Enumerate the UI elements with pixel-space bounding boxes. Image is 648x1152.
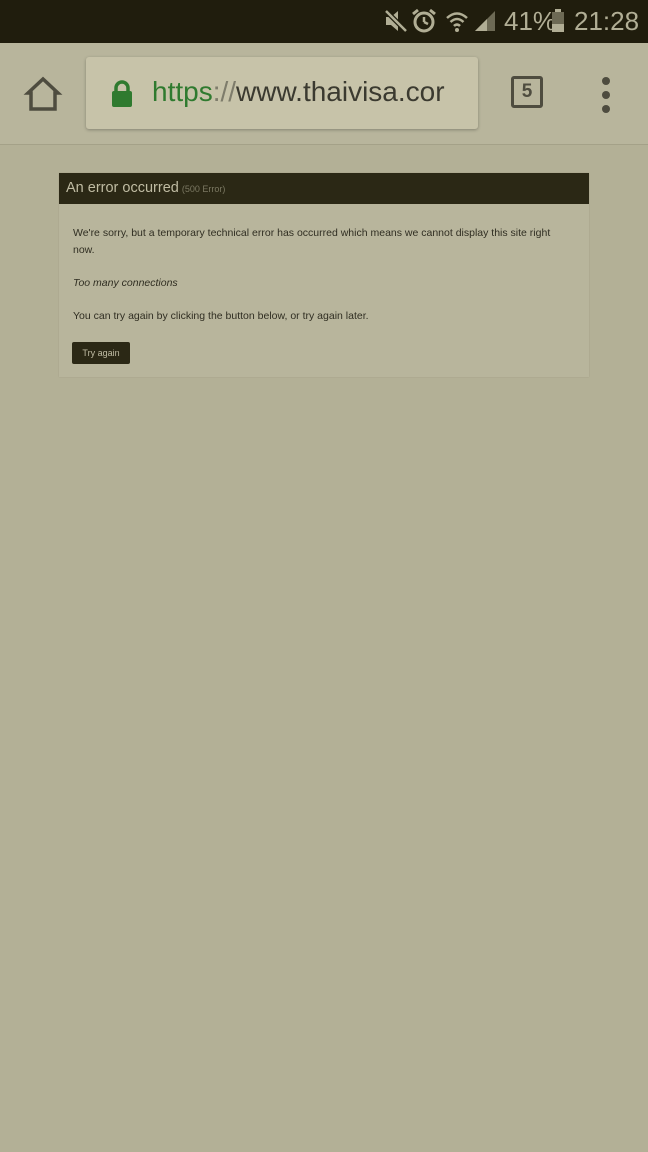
alarm-icon <box>412 8 436 33</box>
try-again-button[interactable]: Try again <box>72 342 130 364</box>
clock: 21:28 <box>574 6 640 36</box>
wifi-icon <box>446 12 468 32</box>
url-host: www.thaivisa.cor <box>236 76 445 107</box>
url-text[interactable]: https://www.thaivisa.cor <box>152 74 445 110</box>
error-title-text: An error occurred <box>66 180 179 196</box>
url-bar[interactable]: https://www.thaivisa.cor <box>86 57 478 129</box>
url-scheme: https <box>152 76 213 107</box>
error-title: An error occurred (500 Error) <box>66 179 225 199</box>
battery-icon <box>552 9 564 32</box>
error-code: (500 Error) <box>181 184 226 194</box>
overflow-menu-button[interactable] <box>594 75 618 115</box>
browser-toolbar: https://www.thaivisa.cor 5 <box>0 43 648 145</box>
signal-icon <box>475 11 495 31</box>
tab-count: 5 <box>521 81 533 102</box>
home-icon <box>23 76 63 111</box>
error-hint: You can try again by clicking the button… <box>73 310 369 322</box>
lock-icon <box>112 80 132 107</box>
home-button[interactable] <box>22 73 64 115</box>
error-detail: Too many connections <box>73 277 178 289</box>
error-message: We're sorry, but a temporary technical e… <box>73 227 551 256</box>
error-panel: An error occurred (500 Error) We're sorry… <box>59 173 589 377</box>
status-bar: 41% 21:28 <box>0 0 648 43</box>
error-header: An error occurred (500 Error) <box>59 173 589 204</box>
url-separator: :// <box>212 76 237 107</box>
mute-icon <box>384 9 408 33</box>
battery-percentage: 41% <box>504 6 557 36</box>
tab-switcher-button[interactable]: 5 <box>511 76 545 110</box>
